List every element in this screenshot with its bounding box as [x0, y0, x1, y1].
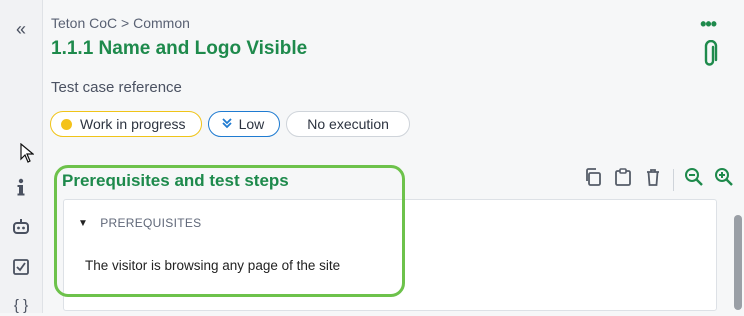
- trash-icon[interactable]: [643, 167, 663, 192]
- more-options-icon[interactable]: •••: [700, 14, 717, 35]
- checkbox-icon[interactable]: [0, 256, 42, 278]
- priority-chip[interactable]: Low: [207, 111, 281, 137]
- copy-icon[interactable]: [583, 167, 603, 192]
- status-dot-icon: [61, 118, 72, 130]
- execution-label: No execution: [307, 116, 389, 132]
- test-case-reference[interactable]: Test case reference: [51, 79, 182, 96]
- status-chips: Work in progress Low No execution: [50, 111, 410, 137]
- status-chip[interactable]: Work in progress: [50, 111, 202, 137]
- prerequisites-toggle[interactable]: ▼ PREREQUISITES: [78, 216, 201, 230]
- prerequisites-card: ▼ PREREQUISITES The visitor is browsing …: [63, 199, 717, 311]
- breadcrumb[interactable]: Teton CoC > Common: [51, 15, 190, 31]
- status-label: Work in progress: [80, 116, 186, 132]
- info-icon[interactable]: [0, 176, 42, 198]
- priority-label: Low: [238, 116, 265, 132]
- caret-down-icon: ▼: [78, 217, 89, 229]
- zoom-in-icon[interactable]: [714, 167, 734, 192]
- chevrons-down-icon: [221, 117, 233, 132]
- collapse-icon[interactable]: «: [0, 18, 42, 40]
- section-title: Prerequisites and test steps: [62, 171, 289, 190]
- robot-icon[interactable]: [0, 216, 42, 238]
- section-toolbar: [583, 167, 734, 192]
- main-panel: Teton CoC > Common 1.1.1 Name and Logo V…: [43, 0, 744, 313]
- toolbar-divider: [673, 168, 674, 191]
- scrollbar[interactable]: [734, 215, 742, 310]
- paperclip-icon[interactable]: [702, 39, 718, 73]
- prerequisites-heading: PREREQUISITES: [100, 216, 202, 230]
- page-title: 1.1.1 Name and Logo Visible: [51, 38, 308, 59]
- mouse-cursor-icon: [20, 142, 35, 168]
- zoom-out-icon[interactable]: [684, 167, 704, 192]
- execution-chip[interactable]: No execution: [286, 111, 410, 137]
- clipboard-icon[interactable]: [613, 167, 633, 192]
- prerequisites-text[interactable]: The visitor is browsing any page of the …: [85, 258, 340, 273]
